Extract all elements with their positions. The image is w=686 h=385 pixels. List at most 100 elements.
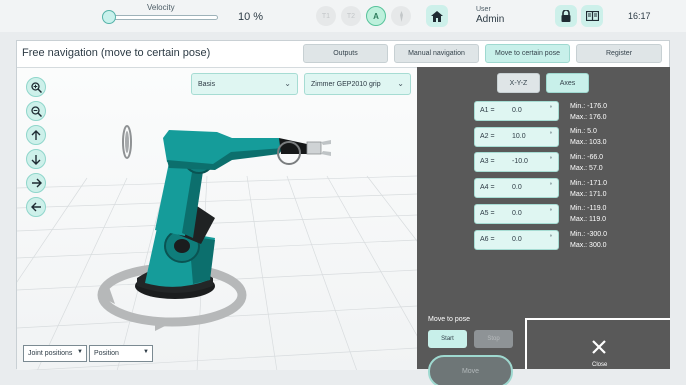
home-button[interactable] xyxy=(426,5,448,27)
close-icon xyxy=(592,340,606,354)
mode-button-t1[interactable]: T1 xyxy=(316,6,336,26)
robot-scene xyxy=(17,125,417,370)
frame-select-value: Basis xyxy=(198,80,216,88)
zoom-out-button[interactable] xyxy=(26,101,46,121)
joint-max: Max.: 119.0 xyxy=(570,216,607,223)
joint-a3-limits: Min.: -66.0 Max.: 57.0 xyxy=(570,152,603,174)
joint-a1-limits: Min.: -176.0 Max.: 176.0 xyxy=(570,101,607,123)
clock: 16:17 xyxy=(628,11,651,21)
joint-value: 0.0 xyxy=(512,210,522,217)
chevron-down-icon: ⌄ xyxy=(284,79,291,88)
joint-value: -10.0 xyxy=(512,158,528,165)
tool-select-value: Zimmer GEP2010 grip xyxy=(311,80,381,88)
arrow-left-icon xyxy=(30,202,41,212)
joint-max: Max.: 171.0 xyxy=(570,191,607,198)
caret-down-icon: ▼ xyxy=(77,349,83,355)
velocity-value: 10 % xyxy=(238,11,264,23)
joint-unit: ° xyxy=(549,132,552,138)
chevron-down-icon: ⌄ xyxy=(397,79,404,88)
arrow-up-icon xyxy=(31,129,41,140)
joint-label: A3 = xyxy=(480,158,495,165)
mode-button-label: A xyxy=(373,11,379,21)
mode-button-t2[interactable]: T2 xyxy=(341,6,361,26)
mode-button-ext[interactable] xyxy=(391,6,411,26)
mode-xyz-button[interactable]: X-Y-Z xyxy=(497,73,540,93)
caret-down-icon: ▼ xyxy=(143,349,149,355)
joint-unit: ° xyxy=(549,183,552,189)
velocity-slider-track[interactable] xyxy=(108,15,218,20)
joint-a1-input[interactable]: A1 = 0.0 ° xyxy=(474,101,559,121)
joint-max: Max.: 176.0 xyxy=(570,114,607,121)
book-icon xyxy=(585,11,599,21)
zoom-out-icon xyxy=(30,105,42,117)
joint-unit: ° xyxy=(549,235,552,241)
joint-max: Max.: 103.0 xyxy=(570,139,607,146)
joint-label: A4 = xyxy=(480,184,495,191)
joint-value: 0.0 xyxy=(512,184,522,191)
joint-min: Min.: -66.0 xyxy=(570,154,604,161)
joint-a4-limits: Min.: -171.0 Max.: 171.0 xyxy=(570,178,607,200)
joint-a5-input[interactable]: A5 = 0.0 ° xyxy=(474,204,559,224)
lock-button[interactable] xyxy=(555,5,577,27)
mode-label: Axes xyxy=(559,79,576,87)
joint-a6-input[interactable]: A6 = 0.0 ° xyxy=(474,230,559,250)
tab-manual-navigation[interactable]: Manual navigation xyxy=(394,44,479,63)
joint-label: A1 = xyxy=(480,107,495,114)
mode-button-label: T1 xyxy=(321,12,331,20)
joint-label: A5 = xyxy=(480,210,495,217)
zoom-in-icon xyxy=(30,81,42,93)
mode-axes-button[interactable]: Axes xyxy=(546,73,589,93)
frame-select[interactable]: Basis ⌄ xyxy=(191,73,298,95)
joint-min: Min.: 5.0 xyxy=(570,128,597,135)
close-button[interactable]: Close xyxy=(525,318,670,369)
joint-min: Min.: -300.0 xyxy=(570,231,607,238)
arrow-right-icon xyxy=(31,178,42,188)
tab-label: Manual navigation xyxy=(408,50,465,57)
joint-min: Min.: -171.0 xyxy=(570,180,607,187)
joint-value: 10.0 xyxy=(512,133,526,140)
arrow-down-icon xyxy=(31,154,41,165)
tab-move-to-certain-pose[interactable]: Move to certain pose xyxy=(485,44,570,63)
joint-positions-select[interactable]: Joint positions ▼ xyxy=(23,345,87,362)
move-button[interactable]: Move xyxy=(428,355,513,385)
joint-a4-input[interactable]: A4 = 0.0 ° xyxy=(474,178,559,198)
joint-max: Max.: 57.0 xyxy=(570,165,603,172)
move-down-button[interactable] xyxy=(26,149,46,169)
joint-unit: ° xyxy=(549,209,552,215)
tool-select[interactable]: Zimmer GEP2010 grip ⌄ xyxy=(304,73,411,95)
home-icon xyxy=(431,10,443,22)
top-bar: Velocity 10 % T1 T2 A User Admin 16:17 xyxy=(0,0,686,32)
mode-label: X-Y-Z xyxy=(509,79,528,87)
wand-icon xyxy=(399,10,403,22)
robot-3d-viewport[interactable]: Basis ⌄ Zimmer GEP2010 grip ⌄ Joint posi… xyxy=(17,67,417,370)
tab-register[interactable]: Register xyxy=(576,44,662,63)
position-select-value: Position xyxy=(94,350,119,357)
velocity-label: Velocity xyxy=(147,3,175,12)
mode-button-label: T2 xyxy=(346,12,356,20)
mode-button-auto[interactable]: A xyxy=(366,6,386,26)
user-label: User xyxy=(476,6,491,13)
joint-label: A6 = xyxy=(480,236,495,243)
joint-value: 0.0 xyxy=(512,236,522,243)
joint-a3-input[interactable]: A3 = -10.0 ° xyxy=(474,152,559,172)
tab-outputs[interactable]: Outputs xyxy=(303,44,388,63)
move-right-button[interactable] xyxy=(26,173,46,193)
joint-min: Min.: -176.0 xyxy=(570,103,607,110)
move-to-pose-label: Move to pose xyxy=(428,316,471,323)
joint-a2-input[interactable]: A2 = 10.0 ° xyxy=(474,127,559,147)
position-select[interactable]: Position ▼ xyxy=(89,345,153,362)
joint-max: Max.: 300.0 xyxy=(570,242,607,249)
joint-a2-limits: Min.: 5.0 Max.: 103.0 xyxy=(570,126,607,148)
move-up-button[interactable] xyxy=(26,125,46,145)
joint-min: Min.: -119.0 xyxy=(570,205,607,212)
move-label: Move xyxy=(461,368,480,375)
zoom-in-button[interactable] xyxy=(26,77,46,97)
start-label: Start xyxy=(441,336,454,342)
stop-button[interactable]: Stop xyxy=(474,330,513,348)
manual-button[interactable] xyxy=(581,5,603,27)
tab-label: Move to certain pose xyxy=(495,50,560,57)
velocity-slider-handle[interactable] xyxy=(102,10,116,24)
start-button[interactable]: Start xyxy=(428,330,467,348)
move-left-button[interactable] xyxy=(26,197,46,217)
joint-positions-value: Joint positions xyxy=(28,350,73,357)
